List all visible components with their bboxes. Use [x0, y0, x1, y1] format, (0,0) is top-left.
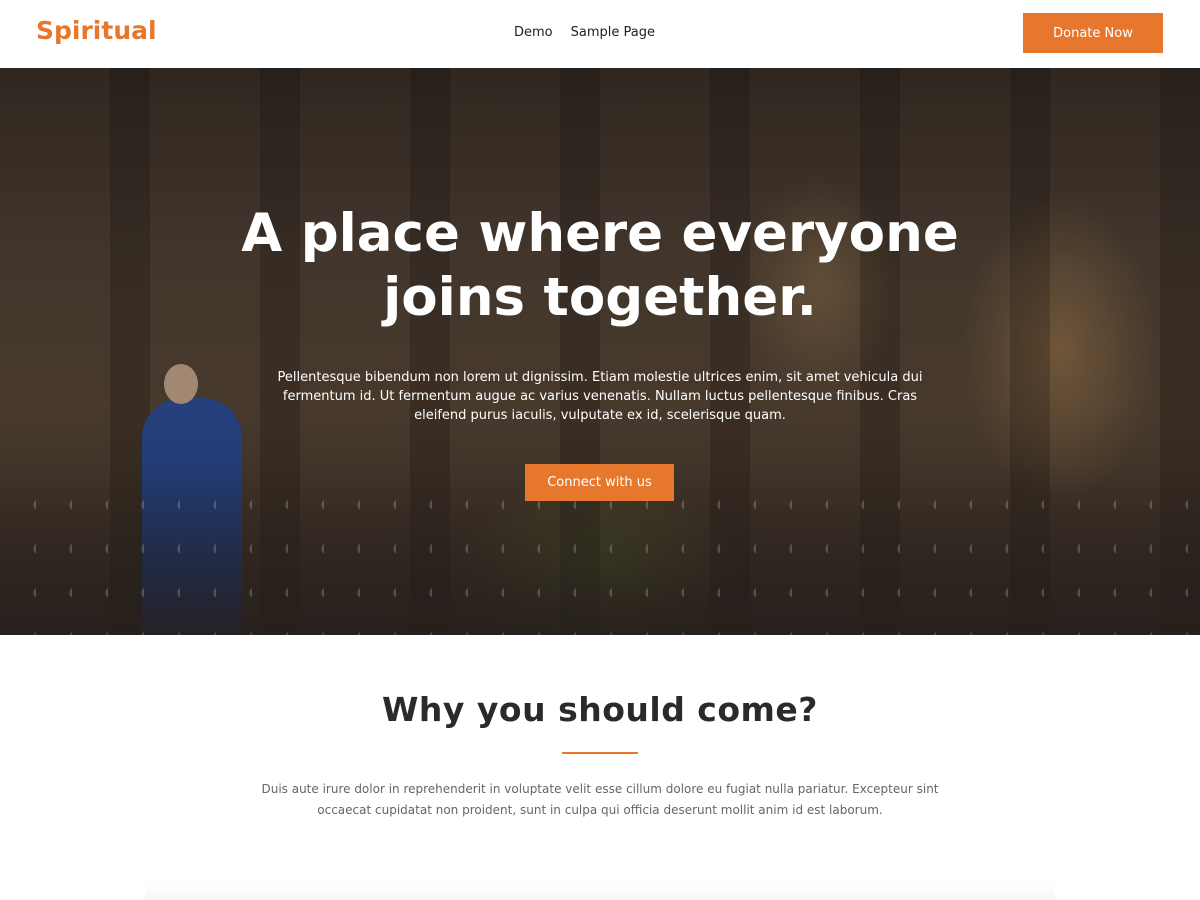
feature-cards-top-edge [145, 882, 1055, 900]
section-divider [562, 752, 638, 754]
nav-item-sample-page[interactable]: Sample Page [571, 25, 655, 40]
donate-now-button[interactable]: Donate Now [1023, 13, 1163, 53]
hero-overlay [0, 68, 1200, 635]
hero-section: A place where everyone joins together. P… [0, 68, 1200, 635]
main-nav: Demo Sample Page [514, 25, 655, 40]
site-logo[interactable]: Spiritual [36, 16, 157, 45]
why-title: Why you should come? [382, 690, 818, 729]
connect-with-us-button[interactable]: Connect with us [525, 464, 674, 501]
site-header: Spiritual Demo Sample Page Donate Now [0, 0, 1200, 68]
nav-item-demo[interactable]: Demo [514, 25, 553, 40]
hero-title: A place where everyone joins together. [241, 203, 959, 328]
why-description: Duis aute irure dolor in reprehenderit i… [261, 782, 939, 817]
hero-description: Pellentesque bibendum non lorem ut digni… [277, 370, 923, 423]
